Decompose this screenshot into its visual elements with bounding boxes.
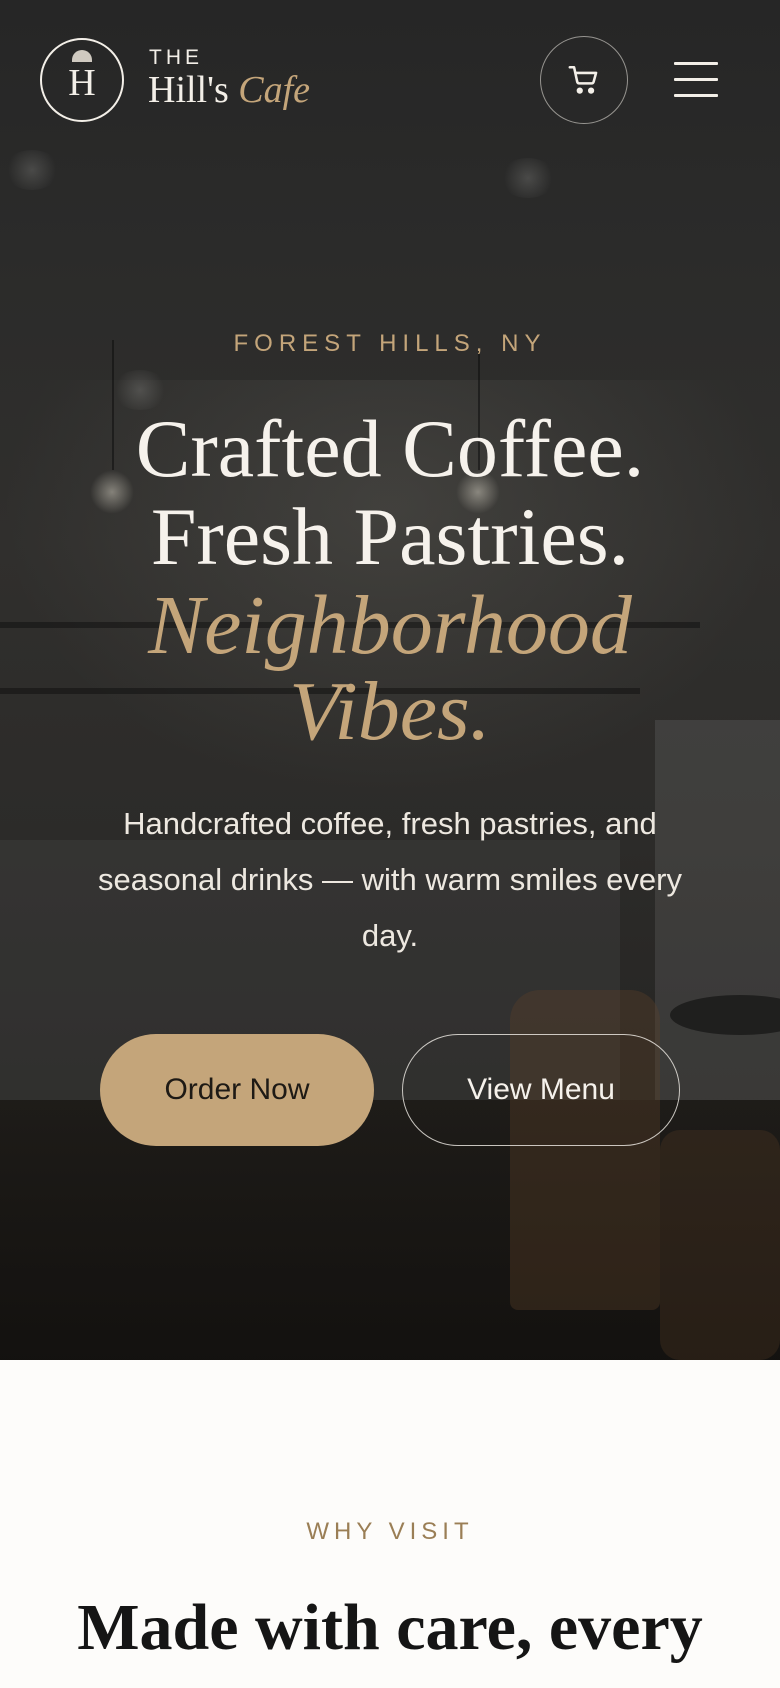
light-bokeh [4, 150, 60, 190]
background-floor [0, 1100, 780, 1360]
background-table [670, 995, 780, 1035]
brand-name-main: Hill's [148, 69, 229, 111]
background-chair [660, 1130, 780, 1360]
section-title: Made with care, every [77, 1591, 703, 1664]
hamburger-menu-icon[interactable] [672, 60, 720, 100]
brand-name-accent: Cafe [238, 69, 311, 111]
cart-button[interactable] [540, 36, 628, 124]
view-menu-button[interactable]: View Menu [402, 1034, 680, 1146]
menu-line [674, 94, 718, 97]
logo-badge[interactable]: H [40, 38, 124, 122]
menu-line [674, 62, 718, 65]
hero-headline-line2: Fresh Pastries. [150, 491, 630, 582]
brand-name[interactable]: Hill's Cafe [148, 68, 310, 112]
section-eyebrow: WHY VISIT [306, 1518, 474, 1545]
menu-line [674, 78, 718, 81]
hero-headline-accent-line1: Neighborhood [148, 579, 632, 672]
hero-location: FOREST HILLS, NY [233, 330, 547, 357]
light-bokeh [500, 158, 556, 198]
brand-prefix: THE [149, 46, 203, 69]
logo-dome-icon [72, 50, 92, 62]
shopping-cart-icon [568, 65, 598, 94]
hero-headline-line1: Crafted Coffee. [135, 403, 645, 494]
hero-headline-accent-line2: Vibes. [289, 665, 491, 758]
hero-subtitle: Handcrafted coffee, fresh pastries, and … [97, 806, 682, 953]
order-now-button[interactable]: Order Now [100, 1034, 374, 1146]
hero-section: H THE Hill's Cafe FOREST HILLS, NY Craft… [0, 0, 780, 1360]
logo-letter: H [68, 62, 96, 104]
